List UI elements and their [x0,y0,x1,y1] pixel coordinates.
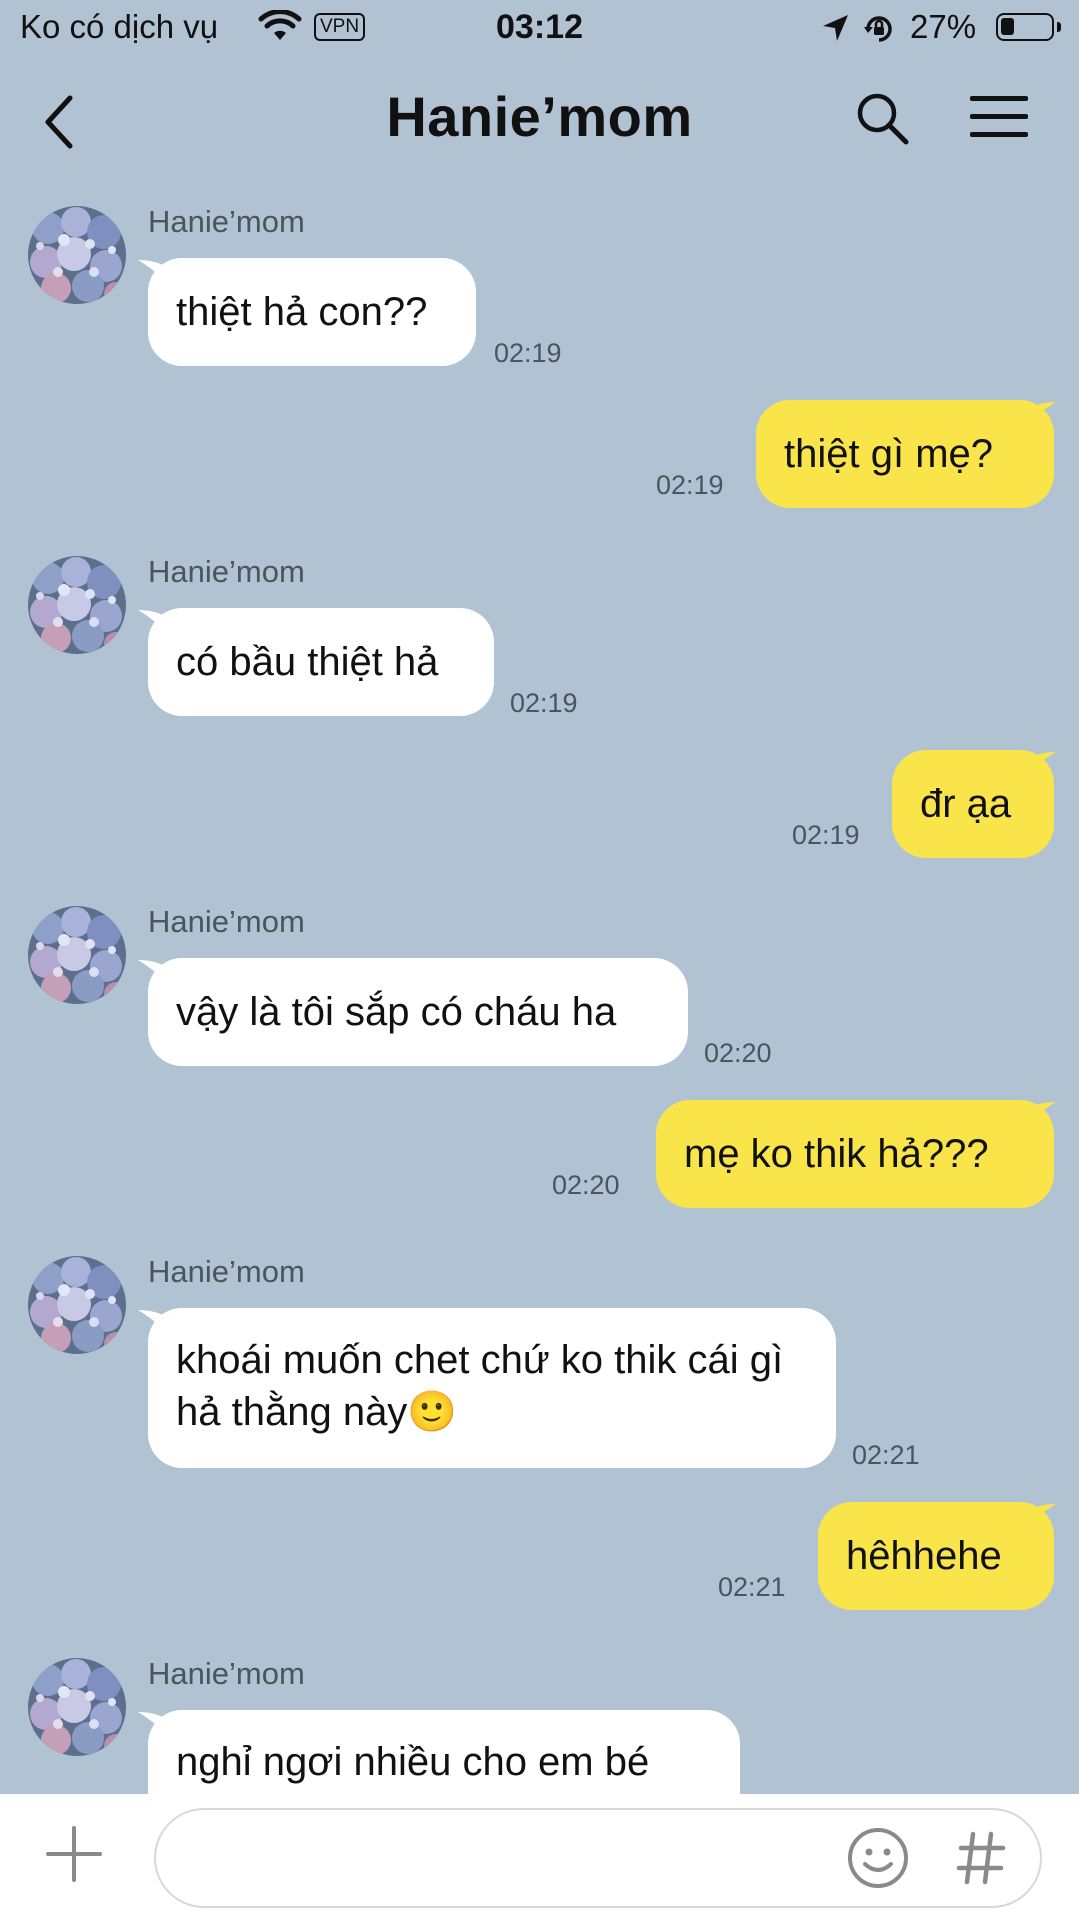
message-bubble[interactable]: thiệt gì mẹ? [756,400,1054,508]
message-time: 02:21 [718,1572,786,1602]
message-list[interactable]: Hanie’mom thiệt hả con?? 02:19 thiệt gì … [0,178,1079,1794]
message-time: 02:19 [792,820,860,850]
message-incoming: Hanie’mom thiệt hả con?? 02:19 [0,178,1079,368]
plus-icon[interactable] [46,1826,102,1882]
sender-name: Hanie’mom [148,1656,305,1691]
message-outgoing: đr ạa 02:19 [0,750,1079,860]
message-bubble[interactable]: vậy là tôi sắp có cháu ha [148,958,688,1066]
message-bubble[interactable]: đr ạa [892,750,1054,858]
battery-nub [1057,22,1061,32]
chat-title: Hanie’mom [386,85,693,148]
message-incoming: Hanie’mom nghỉ ngơi nhiều cho em bé [0,1630,1079,1794]
rotation-lock-icon [864,16,892,42]
status-bar: Ko có dịch vụ VPN 03:12 27% [0,0,1079,62]
chat-header: Hanie’mom [0,62,1079,178]
avatar[interactable] [28,1658,126,1756]
battery-level [1001,18,1014,35]
message-incoming: Hanie’mom khoái muốn chet chứ ko thik cá… [0,1228,1079,1470]
avatar[interactable] [28,1256,126,1354]
message-input[interactable] [186,1830,790,1888]
hamburger-menu-icon[interactable] [968,92,1030,142]
search-icon[interactable] [852,88,912,148]
sender-name: Hanie’mom [148,904,305,939]
message-time: 02:19 [656,470,724,500]
message-outgoing: hêhhehe 02:21 [0,1502,1079,1612]
sender-name: Hanie’mom [148,204,305,239]
message-time: 02:20 [552,1170,620,1200]
message-incoming: Hanie’mom vậy là tôi sắp có cháu ha 02:2… [0,878,1079,1068]
message-composer [0,1794,1079,1920]
message-bubble[interactable]: khoái muốn chet chứ ko thik cái gì hả th… [148,1308,836,1468]
message-time: 02:20 [704,1038,772,1068]
battery-percent: 27% [910,8,977,45]
battery-icon [996,13,1061,41]
message-bubble[interactable]: thiệt hả con?? [148,258,476,366]
message-input-field[interactable] [154,1808,1042,1908]
message-time: 02:19 [510,688,578,718]
avatar[interactable] [28,206,126,304]
message-outgoing: mẹ ko thik hả??? 02:20 [0,1100,1079,1210]
message-outgoing: thiệt gì mẹ? 02:19 [0,400,1079,510]
message-time: 02:21 [852,1440,920,1470]
sender-name: Hanie’mom [148,1254,305,1289]
location-arrow-icon [823,15,848,41]
message-bubble[interactable]: mẹ ko thik hả??? [656,1100,1054,1208]
message-bubble[interactable]: hêhhehe [818,1502,1054,1610]
sender-name: Hanie’mom [148,554,305,589]
avatar[interactable] [28,556,126,654]
avatar[interactable] [28,906,126,1004]
message-time: 02:19 [494,338,562,368]
message-incoming: Hanie’mom có bầu thiệt hả 02:19 [0,528,1079,718]
hashtag-icon[interactable] [956,1830,1006,1886]
message-bubble[interactable]: nghỉ ngơi nhiều cho em bé [148,1710,740,1794]
smiley-icon[interactable] [846,1826,910,1890]
message-bubble[interactable]: có bầu thiệt hả [148,608,494,716]
